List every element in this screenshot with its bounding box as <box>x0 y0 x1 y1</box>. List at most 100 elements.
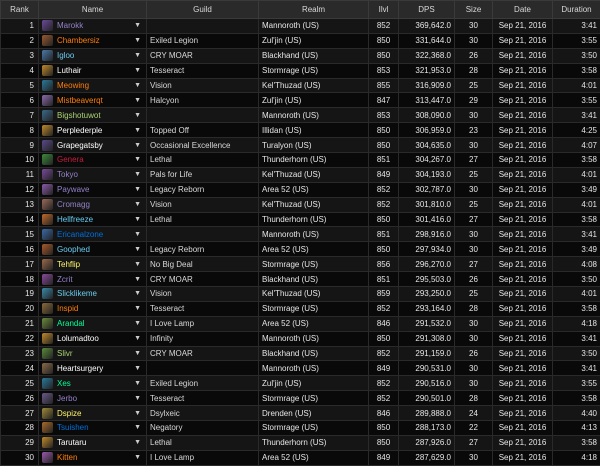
player-name-link[interactable]: Goophed <box>57 245 90 254</box>
chevron-down-icon[interactable]: ▼ <box>134 216 141 223</box>
guild-cell[interactable] <box>147 361 259 376</box>
chevron-down-icon[interactable]: ▼ <box>134 424 141 431</box>
name-cell[interactable]: Meowing▼ <box>39 78 147 93</box>
guild-cell[interactable]: CRY MOAR <box>147 48 259 63</box>
guild-cell[interactable]: Exiled Legion <box>147 376 259 391</box>
realm-header[interactable]: Realm <box>259 1 369 19</box>
player-name-link[interactable]: Ericanalzone <box>57 230 103 239</box>
table-row[interactable]: 26Jerbo▼TesseractStormrage (US)852290,50… <box>1 391 600 406</box>
chevron-down-icon[interactable]: ▼ <box>134 350 141 357</box>
table-row[interactable]: 5Meowing▼VisionKel'Thuzad (US)855316,909… <box>1 78 600 93</box>
name-cell[interactable]: Hellfreeze ▼ <box>39 212 147 227</box>
name-cell[interactable]: Ericanalzone▼ <box>39 227 147 242</box>
player-name-link[interactable]: Slivr <box>57 349 73 358</box>
guild-header[interactable]: Guild <box>147 1 259 19</box>
player-name-link[interactable]: Arandal <box>57 319 85 328</box>
player-name-link[interactable]: Slicklikeme <box>57 289 97 298</box>
guild-cell[interactable]: I Love Lamp <box>147 316 259 331</box>
player-name-link[interactable]: Tokyo <box>57 170 78 179</box>
player-name-link[interactable]: Grapegatsby <box>57 141 103 150</box>
table-row[interactable]: 6Mistbeaverqt▼HalcyonZul'jin (US)847313,… <box>1 93 600 108</box>
name-cell[interactable]: Genera▼ <box>39 153 147 168</box>
chevron-down-icon[interactable]: ▼ <box>134 112 141 119</box>
guild-cell[interactable]: Vision <box>147 197 259 212</box>
table-row[interactable]: 7Bigshotuwot▼Mannoroth (US)853308,090.03… <box>1 108 600 123</box>
guild-cell[interactable]: Dsylxeic <box>147 406 259 421</box>
player-name-link[interactable]: Tehflip <box>57 260 80 269</box>
table-row[interactable]: 25Xes▼Exiled LegionZul'jin (US)852290,51… <box>1 376 600 391</box>
guild-cell[interactable]: No Big Deal <box>147 257 259 272</box>
table-row[interactable]: 2Chambersiz▼Exiled LegionZul'jin (US)850… <box>1 33 600 48</box>
table-row[interactable]: 21Arandal▼I Love LampArea 52 (US)846291,… <box>1 316 600 331</box>
guild-cell[interactable]: Vision <box>147 78 259 93</box>
guild-cell[interactable]: Lethal <box>147 212 259 227</box>
table-row[interactable]: 11Tokyo▼Pals for LifeKel'Thuzad (US)8493… <box>1 167 600 182</box>
chevron-down-icon[interactable]: ▼ <box>134 395 141 402</box>
table-row[interactable]: 28Tsuishen▼NegatoryStormrage (US)850288,… <box>1 421 600 436</box>
player-name-link[interactable]: Heartsurgery <box>57 364 103 373</box>
chevron-down-icon[interactable]: ▼ <box>134 156 141 163</box>
duration-header[interactable]: Duration <box>553 1 600 19</box>
player-name-link[interactable]: Paywave <box>57 185 89 194</box>
chevron-down-icon[interactable]: ▼ <box>134 320 141 327</box>
table-row[interactable]: 9Grapegatsby▼Occasional ExcellenceTuraly… <box>1 138 600 153</box>
table-row[interactable]: 1Marokk▼Mannoroth (US)852369,642.030Sep … <box>1 19 600 34</box>
name-cell[interactable]: Tarutaru▼ <box>39 435 147 450</box>
name-cell[interactable]: Marokk ▼ <box>39 19 147 34</box>
name-cell[interactable]: Jerbo ▼ <box>39 391 147 406</box>
player-name-link[interactable]: Marokk <box>57 21 83 30</box>
guild-cell[interactable] <box>147 108 259 123</box>
chevron-down-icon[interactable]: ▼ <box>134 290 141 297</box>
chevron-down-icon[interactable]: ▼ <box>134 439 141 446</box>
guild-cell[interactable]: CRY MOAR <box>147 272 259 287</box>
name-cell[interactable]: Inspid▼ <box>39 301 147 316</box>
chevron-down-icon[interactable]: ▼ <box>134 246 141 253</box>
chevron-down-icon[interactable]: ▼ <box>134 22 141 29</box>
name-cell[interactable]: Tokyo ▼ <box>39 167 147 182</box>
guild-cell[interactable]: CRY MOAR <box>147 346 259 361</box>
player-name-link[interactable]: Chambersiz <box>57 36 100 45</box>
table-row[interactable]: 15Ericanalzone▼Mannoroth (US)851298,916.… <box>1 227 600 242</box>
date-header[interactable]: Date <box>493 1 553 19</box>
player-name-link[interactable]: Jerbo <box>57 394 77 403</box>
name-cell[interactable]: Arandal ▼ <box>39 316 147 331</box>
guild-cell[interactable]: Tesseract <box>147 63 259 78</box>
guild-cell[interactable]: Halcyon <box>147 93 259 108</box>
guild-cell[interactable]: Occasional Excellence <box>147 138 259 153</box>
table-row[interactable]: 23Slivr▼CRY MOARBlackhand (US)852291,159… <box>1 346 600 361</box>
table-row[interactable]: 4Luthair▼TesseractStormrage (US)853321,9… <box>1 63 600 78</box>
chevron-down-icon[interactable]: ▼ <box>134 97 141 104</box>
table-row[interactable]: 12Paywave▼Legacy RebornArea 52 (US)85230… <box>1 182 600 197</box>
table-row[interactable]: 17Tehflip▼No Big DealStormrage (US)85629… <box>1 257 600 272</box>
guild-cell[interactable]: Legacy Reborn <box>147 242 259 257</box>
chevron-down-icon[interactable]: ▼ <box>134 261 141 268</box>
chevron-down-icon[interactable]: ▼ <box>134 410 141 417</box>
table-row[interactable]: 20Inspid▼TesseractStormrage (US)852293,1… <box>1 301 600 316</box>
table-row[interactable]: 14Hellfreeze▼LethalThunderhorn (US)85030… <box>1 212 600 227</box>
player-name-link[interactable]: Hellfreeze <box>57 215 93 224</box>
name-cell[interactable]: Tehflip ▼ <box>39 257 147 272</box>
chevron-down-icon[interactable]: ▼ <box>134 37 141 44</box>
name-cell[interactable]: Lolumadtoo▼ <box>39 331 147 346</box>
rank-header[interactable]: Rank <box>1 1 39 19</box>
name-cell[interactable]: Slicklikeme ▼ <box>39 287 147 302</box>
chevron-down-icon[interactable]: ▼ <box>134 142 141 149</box>
name-cell[interactable]: Tsuishen▼ <box>39 421 147 436</box>
table-row[interactable]: 16Goophed▼Legacy RebornArea 52 (US)85029… <box>1 242 600 257</box>
chevron-down-icon[interactable]: ▼ <box>134 171 141 178</box>
name-cell[interactable]: Dspize▼ <box>39 406 147 421</box>
guild-cell[interactable]: Tesseract <box>147 301 259 316</box>
player-name-link[interactable]: Lolumadtoo <box>57 334 99 343</box>
table-row[interactable]: 19Slicklikeme▼VisionKel'Thuzad (US)85929… <box>1 287 600 302</box>
chevron-down-icon[interactable]: ▼ <box>134 305 141 312</box>
guild-cell[interactable]: Negatory <box>147 421 259 436</box>
player-name-link[interactable]: Mistbeaverqt <box>57 96 103 105</box>
name-cell[interactable]: Cromagg▼ <box>39 197 147 212</box>
name-cell[interactable]: Zcrit▼ <box>39 272 147 287</box>
player-name-link[interactable]: Igloo <box>57 51 74 60</box>
chevron-down-icon[interactable]: ▼ <box>134 454 141 461</box>
guild-cell[interactable]: Exiled Legion <box>147 33 259 48</box>
name-cell[interactable]: Grapegatsby ▼ <box>39 138 147 153</box>
guild-cell[interactable]: Vision <box>147 287 259 302</box>
player-name-link[interactable]: Perplederple <box>57 126 102 135</box>
